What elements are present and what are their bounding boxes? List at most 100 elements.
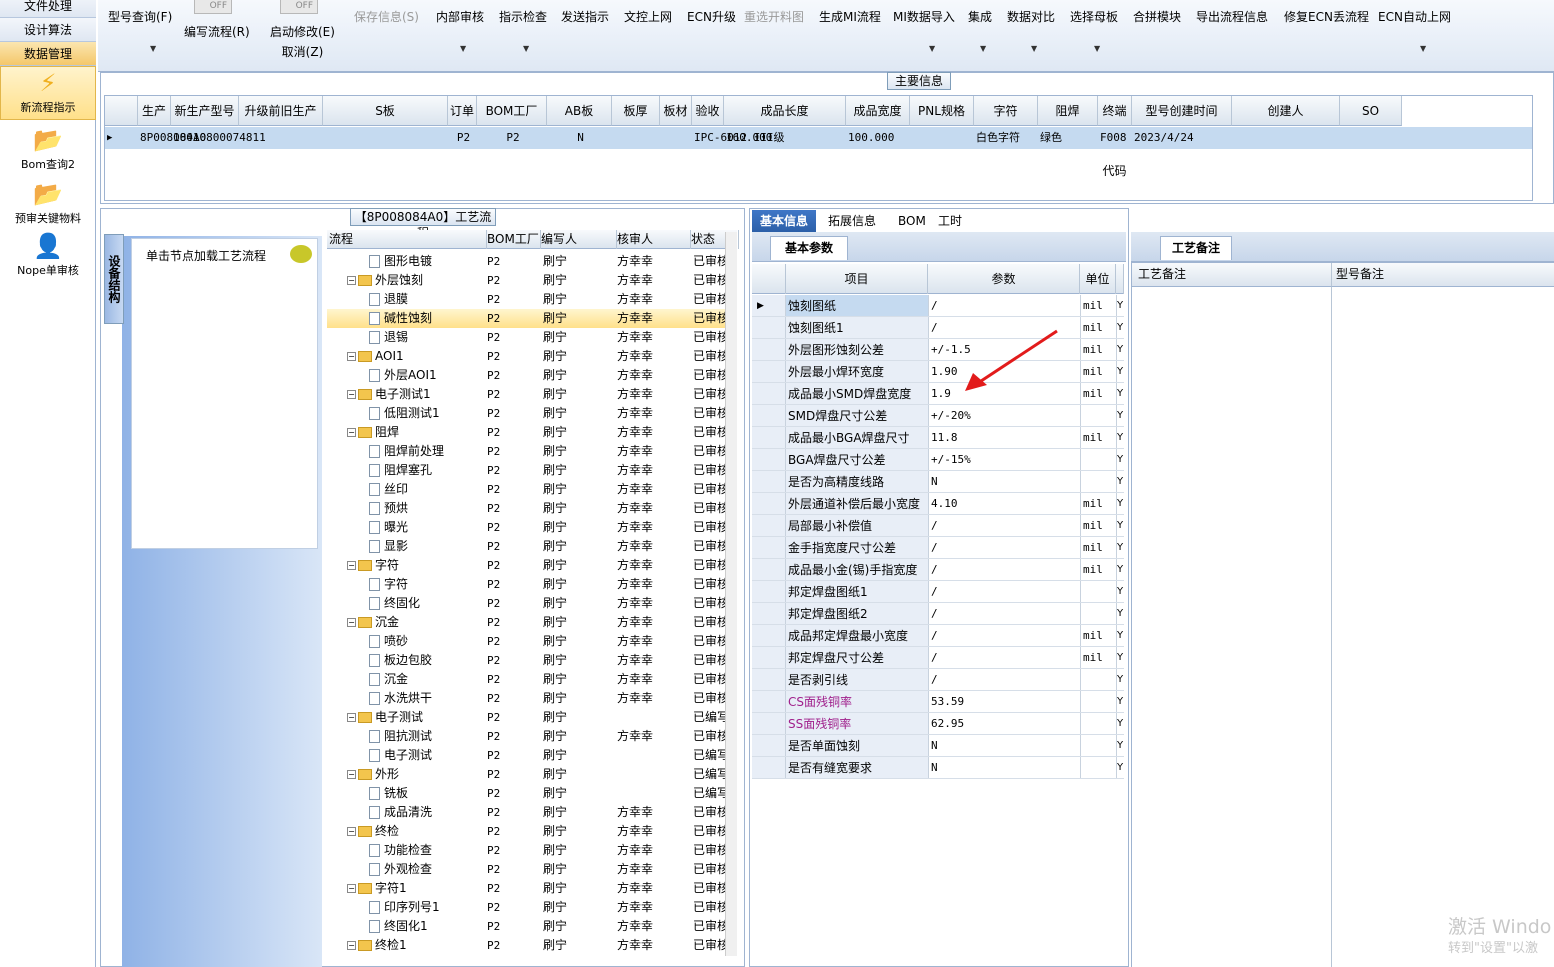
tree-row[interactable]: − 外形 P2 刷宁 已编写 <box>327 765 737 784</box>
param-value[interactable]: / <box>928 581 1080 602</box>
nav-data-management[interactable]: 数据管理 <box>0 42 96 66</box>
tree-row[interactable]: − 终检1 P2 刷宁 方幸幸 已审核 <box>327 936 737 955</box>
tab-2[interactable]: BOM <box>890 210 934 232</box>
tree-row[interactable]: 印序列号1 P2 刷宁 方幸幸 已审核 <box>327 898 737 917</box>
main-col-header[interactable]: 创建人 <box>1232 96 1340 126</box>
main-col-header[interactable]: 验收标准 <box>692 96 724 148</box>
param-row[interactable]: 是否剥引线 / Y <box>752 669 1124 691</box>
param-row[interactable]: 是否有缝宽要求 N Y <box>752 757 1124 779</box>
tree-row[interactable]: − 字符 P2 刷宁 方幸幸 已审核 <box>327 556 737 575</box>
param-row[interactable]: ▶ 蚀刻图纸 / mil Y <box>752 295 1124 317</box>
nav-design-algorithm[interactable]: 设计算法 <box>0 18 96 42</box>
param-row[interactable]: 邦定焊盘尺寸公差 / mil Y <box>752 647 1124 669</box>
toolbar-button-10[interactable]: 生成MI流程 <box>819 8 881 25</box>
main-col-header[interactable]: 型号创建时间 <box>1132 96 1232 126</box>
param-value[interactable]: / <box>928 559 1080 580</box>
tree-row[interactable]: 外层AOI1 P2 刷宁 方幸幸 已审核 <box>327 366 737 385</box>
tree-row[interactable]: − AOI1 P2 刷宁 方幸幸 已审核 <box>327 347 737 366</box>
tree-row[interactable]: 预烘 P2 刷宁 方幸幸 已审核 <box>327 499 737 518</box>
collapse-icon[interactable]: − <box>347 713 356 722</box>
tree-row[interactable]: − 电子测试1 P2 刷宁 方幸幸 已审核 <box>327 385 737 404</box>
collapse-icon[interactable]: − <box>347 276 356 285</box>
tree-row[interactable]: 终固化1 P2 刷宁 方幸幸 已审核 <box>327 917 737 936</box>
param-row[interactable]: BGA焊盘尺寸公差 +/-15% Y <box>752 449 1124 471</box>
collapse-icon[interactable]: − <box>347 561 356 570</box>
param-row[interactable]: 外层图形蚀刻公差 +/-1.5 mil Y <box>752 339 1124 361</box>
tree-row[interactable]: 阻抗测试 P2 刷宁 方幸幸 已审核 <box>327 727 737 746</box>
param-value[interactable]: N <box>928 757 1080 778</box>
tree-row[interactable]: − 阻焊 P2 刷宁 方幸幸 已审核 <box>327 423 737 442</box>
toolbar-button-13[interactable]: 数据对比 <box>1007 8 1055 25</box>
tree-row[interactable]: 低阻测试1 P2 刷宁 方幸幸 已审核 <box>327 404 737 423</box>
collapse-icon[interactable]: − <box>347 884 356 893</box>
tab-0[interactable]: 基本信息 <box>752 210 817 232</box>
tree-row[interactable]: 铣板 P2 刷宁 已编写 <box>327 784 737 803</box>
main-col-header[interactable]: 新生产型号 <box>171 96 239 126</box>
param-row[interactable]: 成品最小SMD焊盘宽度 1.9 mil Y <box>752 383 1124 405</box>
param-col-header[interactable]: 参数 <box>928 264 1080 294</box>
param-row[interactable]: CS面残铜率 53.59 Y <box>752 691 1124 713</box>
param-value[interactable]: +/-15% <box>928 449 1080 470</box>
toolbar-button-9[interactable]: 重选开料图 <box>744 8 804 25</box>
tree-row[interactable]: 曝光 P2 刷宁 方幸幸 已审核 <box>327 518 737 537</box>
process-notes-input[interactable] <box>1132 287 1332 967</box>
main-col-header[interactable]: 终端客户代码 <box>1098 96 1132 178</box>
param-value[interactable]: 4.10 <box>928 493 1080 514</box>
toolbar-button-6[interactable]: 发送指示 <box>561 8 609 25</box>
tree-col-header[interactable]: 流程 <box>329 230 487 249</box>
toolbar-button-0[interactable]: 型号查询(F) <box>108 8 172 25</box>
tree-row[interactable]: 外观检查 P2 刷宁 方幸幸 已审核 <box>327 860 737 879</box>
tree-row[interactable]: 显影 P2 刷宁 方幸幸 已审核 <box>327 537 737 556</box>
nav-item-bom-query[interactable]: 📂 Bom查询2 <box>0 126 96 174</box>
param-row[interactable]: SS面残铜率 62.95 Y <box>752 713 1124 735</box>
toolbar-button-14[interactable]: 选择母板 <box>1070 8 1118 25</box>
tree-col-header[interactable]: 核审人 <box>617 230 691 249</box>
toolbar-button-17[interactable]: 修复ECN丢流程 <box>1284 8 1369 25</box>
param-row[interactable]: 外层通道补偿后最小宽度 4.10 mil Y <box>752 493 1124 515</box>
param-col-header[interactable]: 项目 <box>786 264 928 294</box>
toolbar-button-11[interactable]: MI数据导入 <box>893 8 955 25</box>
param-value[interactable]: / <box>928 625 1080 646</box>
tree-row[interactable]: 板边包胶 P2 刷宁 方幸幸 已审核 <box>327 651 737 670</box>
param-value[interactable]: 53.59 <box>928 691 1080 712</box>
tree-row[interactable]: 喷砂 P2 刷宁 方幸幸 已审核 <box>327 632 737 651</box>
toggle-switch[interactable]: OFF <box>194 0 232 14</box>
toolbar-button-4[interactable]: 内部审核 <box>436 8 484 25</box>
param-value[interactable]: / <box>928 647 1080 668</box>
param-row[interactable]: 金手指宽度尺寸公差 / mil Y <box>752 537 1124 559</box>
tree-row[interactable]: 退锡 P2 刷宁 方幸幸 已审核 <box>327 328 737 347</box>
tree-row[interactable]: − 电子测试 P2 刷宁 已编写 <box>327 708 737 727</box>
toolbar-button-3[interactable]: 保存信息(S) <box>354 8 419 25</box>
subtab-basic-params[interactable]: 基本参数 <box>770 236 848 260</box>
collapse-icon[interactable]: − <box>347 827 356 836</box>
main-col-header[interactable]: 板材 <box>660 96 692 126</box>
param-col-header[interactable] <box>1116 264 1124 294</box>
tree-row[interactable]: 图形电镀 P2 刷宁 方幸幸 已审核 <box>327 252 737 271</box>
param-col-header[interactable] <box>752 264 786 294</box>
chevron-down-icon[interactable]: ▼ <box>980 44 986 53</box>
chevron-down-icon[interactable]: ▼ <box>929 44 935 53</box>
tab-process-notes[interactable]: 工艺备注 <box>1160 236 1232 260</box>
tree-row[interactable]: 功能检查 P2 刷宁 方幸幸 已审核 <box>327 841 737 860</box>
param-value[interactable]: 11.8 <box>928 427 1080 448</box>
tree-row[interactable]: 字符 P2 刷宁 方幸幸 已审核 <box>327 575 737 594</box>
chevron-down-icon[interactable]: ▼ <box>1031 44 1037 53</box>
collapse-icon[interactable]: − <box>347 941 356 950</box>
tree-scrollbar[interactable] <box>725 232 737 956</box>
main-col-header[interactable]: 订单工厂 <box>448 96 477 148</box>
toolbar-button-8[interactable]: ECN升级 <box>687 8 736 25</box>
tree-row[interactable]: 沉金 P2 刷宁 方幸幸 已审核 <box>327 670 737 689</box>
main-col-header[interactable]: PNL规格 <box>910 96 974 126</box>
main-col-header[interactable]: SO <box>1340 96 1402 126</box>
collapse-icon[interactable]: − <box>347 428 356 437</box>
tree-row[interactable]: 阻焊塞孔 P2 刷宁 方幸幸 已审核 <box>327 461 737 480</box>
param-row[interactable]: 成品最小BGA焊盘尺寸 11.8 mil Y <box>752 427 1124 449</box>
param-row[interactable]: 邦定焊盘图纸2/ Y <box>752 603 1124 625</box>
chevron-down-icon[interactable]: ▼ <box>150 44 156 53</box>
main-col-header[interactable]: 字符 <box>974 96 1038 126</box>
param-value[interactable]: / <box>928 537 1080 558</box>
tree-row[interactable]: 水洗烘干 P2 刷宁 方幸幸 已审核 <box>327 689 737 708</box>
tree-row[interactable]: 阻焊前处理 P2 刷宁 方幸幸 已审核 <box>327 442 737 461</box>
chevron-down-icon[interactable]: ▼ <box>523 44 529 53</box>
toolbar-button-2[interactable]: 启动修改(E) 取消(Z) <box>270 23 335 60</box>
